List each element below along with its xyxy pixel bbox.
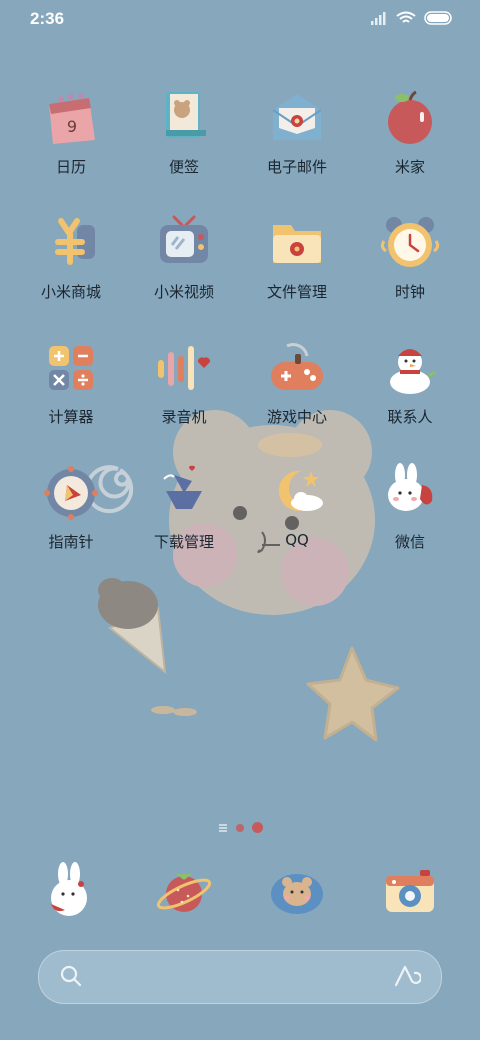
app-file-manager[interactable]: 文件管理	[241, 211, 353, 321]
ice-cream-wallpaper	[98, 578, 167, 675]
download-icon	[163, 465, 202, 509]
app-label: 文件管理	[266, 283, 327, 301]
app-email[interactable]: 电子邮件	[241, 86, 353, 196]
app-label: 联系人	[387, 408, 433, 426]
app-label: 时钟	[394, 283, 425, 301]
app-label: 小米商城	[40, 283, 101, 301]
search-bar[interactable]	[38, 950, 442, 1004]
app-mi-video[interactable]: 小米视频	[128, 211, 240, 321]
apple-icon	[388, 90, 432, 144]
app-calculator[interactable]: 计算器	[15, 336, 127, 446]
calendar-icon: 9	[49, 93, 95, 144]
gamepad-icon	[271, 343, 323, 390]
tv-icon	[160, 215, 208, 263]
app-label: 指南针	[48, 533, 94, 551]
status-bar: 2:36	[0, 0, 480, 40]
app-label: 米家	[394, 158, 425, 176]
email-icon	[272, 94, 322, 140]
status-icons	[370, 11, 454, 25]
app-recorder[interactable]: 录音机	[128, 336, 240, 446]
assistant-icon[interactable]	[393, 963, 421, 989]
notes-icon	[166, 92, 206, 138]
calculator-icon	[49, 346, 93, 390]
dock-app-3[interactable]	[241, 860, 353, 930]
clock-icon	[380, 217, 440, 267]
dock-app-2[interactable]	[128, 860, 240, 930]
svg-text:9: 9	[67, 117, 77, 136]
app-label: 电子邮件	[266, 158, 327, 176]
wifi-icon	[396, 11, 416, 23]
app-game-center[interactable]: 游戏中心	[241, 336, 353, 446]
app-label: 计算器	[48, 408, 94, 426]
folder-icon	[273, 225, 321, 263]
search-icon[interactable]	[59, 964, 83, 988]
app-label: 游戏中心	[266, 408, 327, 426]
app-wechat[interactable]: 微信	[354, 461, 466, 571]
dock-app-4[interactable]	[354, 860, 466, 930]
snowman-icon	[390, 349, 437, 394]
app-label: 日历	[55, 158, 86, 176]
app-clock[interactable]: 时钟	[354, 211, 466, 321]
bunny-strawberry-icon	[388, 463, 433, 511]
shop-icon	[55, 218, 95, 265]
app-mi-store[interactable]: 小米商城	[15, 211, 127, 321]
page-dot-active[interactable]	[251, 822, 263, 833]
page-indicator	[0, 822, 480, 833]
app-label: QQ	[285, 531, 309, 549]
status-time: 2:36	[30, 9, 65, 28]
dock	[0, 860, 480, 930]
moon-cloud-icon	[278, 470, 323, 511]
camera-icon	[386, 870, 434, 912]
bear-cloud-icon	[271, 874, 323, 914]
app-label: 下载管理	[153, 533, 214, 551]
app-label: 录音机	[161, 408, 207, 426]
recorder-icon	[158, 346, 211, 390]
app-mijia[interactable]: 米家	[354, 86, 466, 196]
app-label: 微信	[394, 533, 425, 551]
app-notes[interactable]: 便签	[128, 86, 240, 196]
bunny-icon	[51, 862, 87, 916]
dock-app-1[interactable]	[15, 860, 127, 930]
signal-icon	[371, 12, 386, 25]
app-label: 便签	[168, 158, 199, 176]
compass-icon	[44, 466, 98, 520]
app-calendar[interactable]: 9 日历	[15, 86, 127, 196]
strawberry-planet-icon	[156, 874, 212, 912]
battery-icon	[424, 11, 452, 25]
page-dot[interactable]	[235, 823, 244, 832]
app-contacts[interactable]: 联系人	[354, 336, 466, 446]
app-download-manager[interactable]: 下载管理	[128, 461, 240, 571]
app-qq[interactable]: QQ	[241, 461, 353, 571]
app-label: 小米视频	[153, 283, 214, 301]
page-list-icon[interactable]	[218, 823, 228, 833]
app-compass[interactable]: 指南针	[15, 461, 127, 571]
